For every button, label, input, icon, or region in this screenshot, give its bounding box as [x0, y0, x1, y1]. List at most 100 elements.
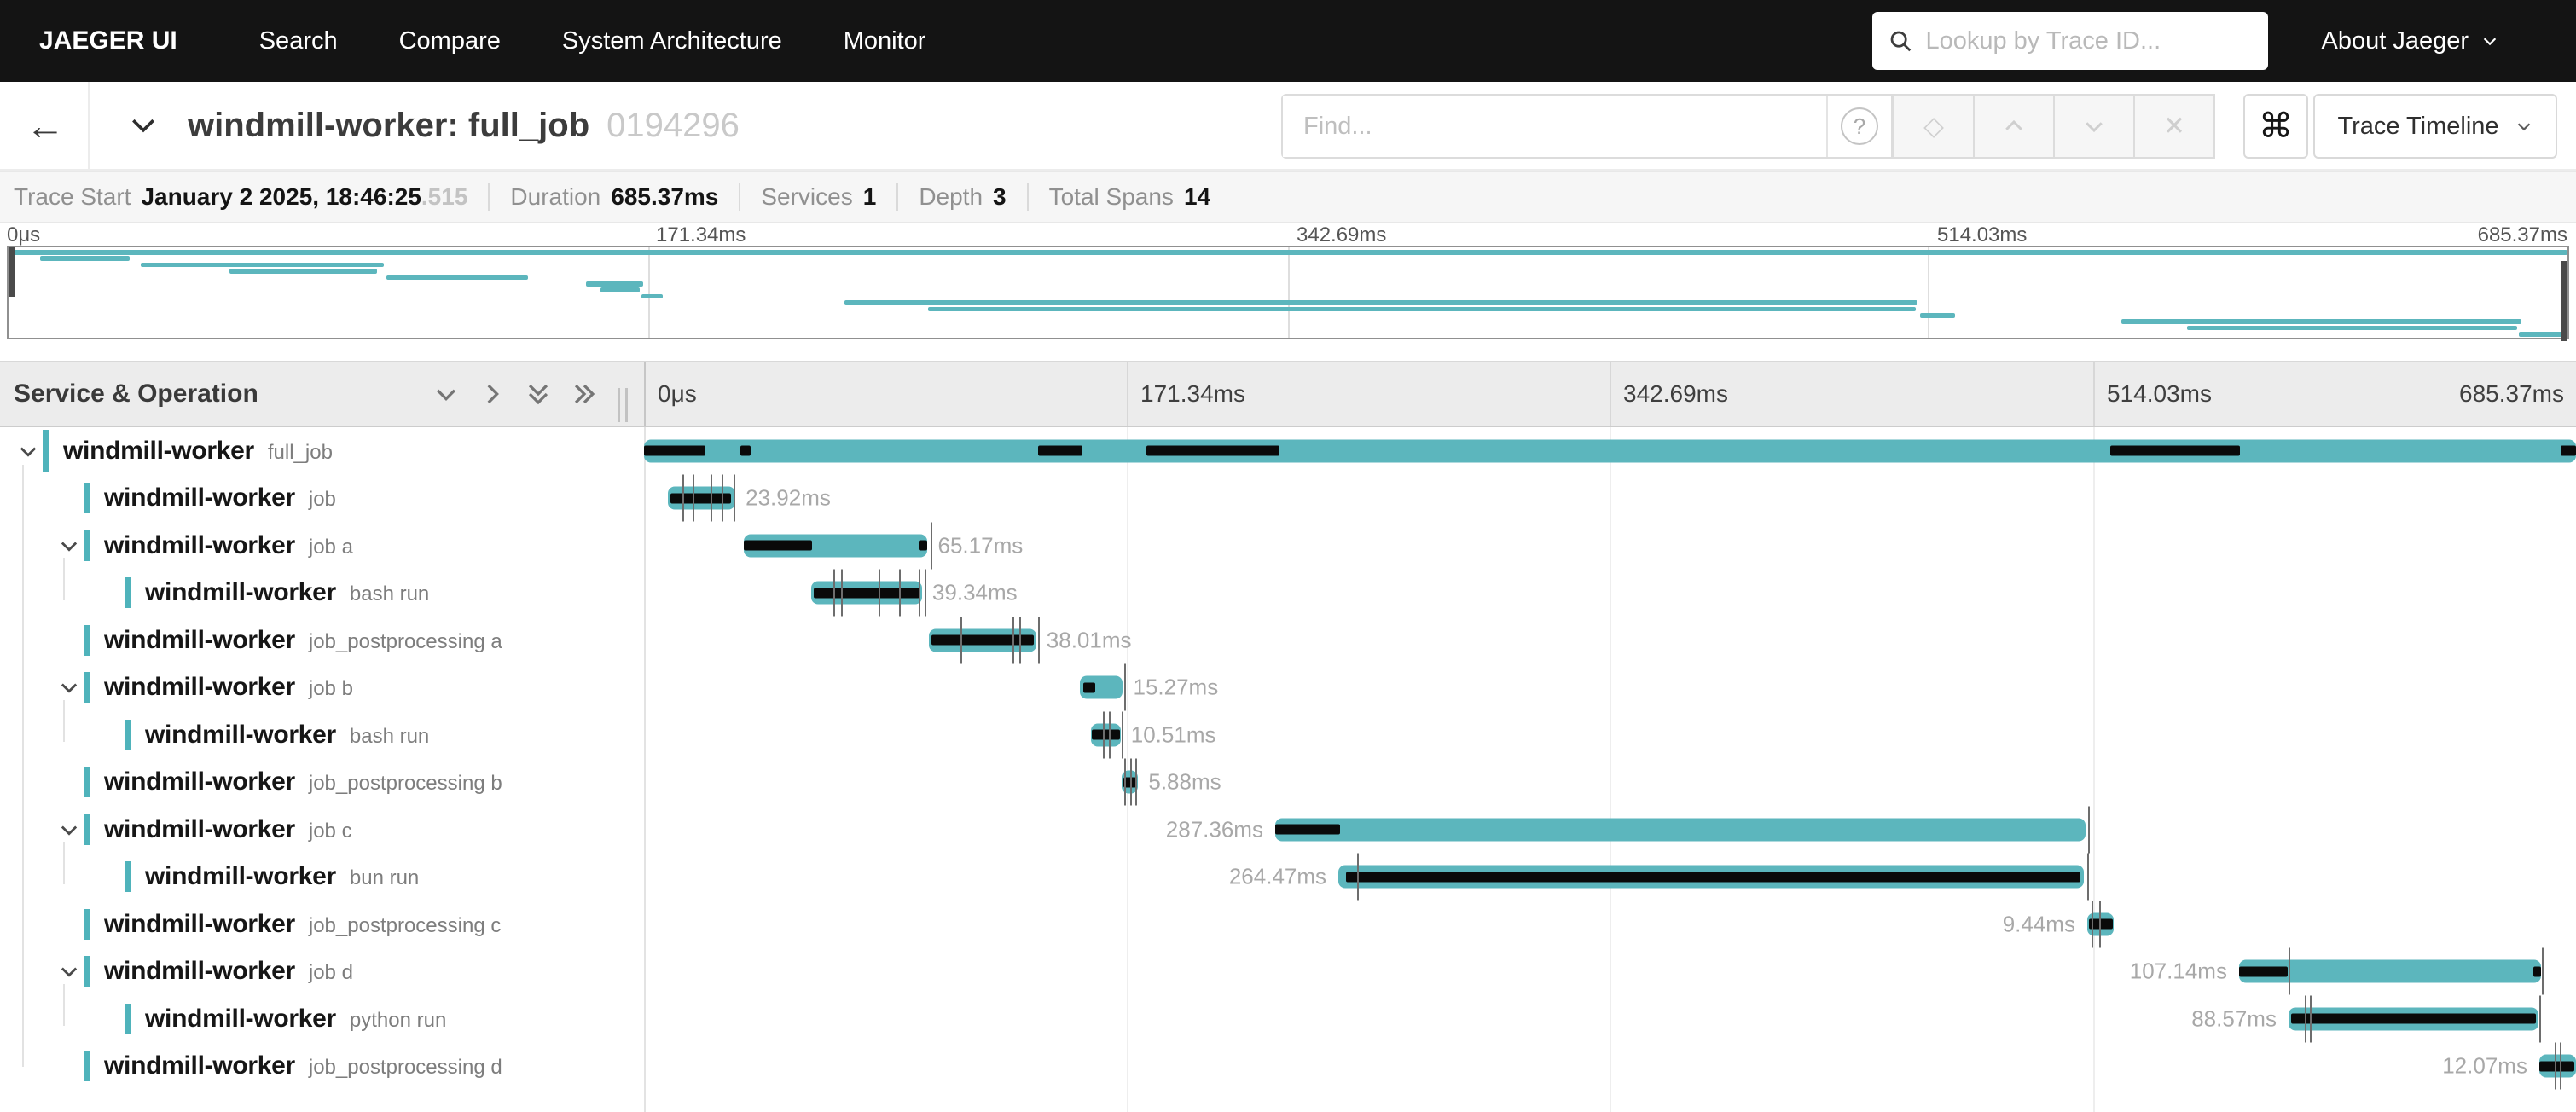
span-name-cell[interactable]: windmill-workerbun run: [0, 854, 644, 901]
span-log-tick: [919, 570, 920, 617]
span-bar[interactable]: [2289, 1007, 2538, 1030]
span-operation-name: job c: [309, 820, 352, 843]
span-row[interactable]: windmill-workerjob_postprocessing c9.44m…: [0, 901, 2576, 948]
nav-item-search[interactable]: Search: [259, 27, 338, 55]
app-logo[interactable]: JAEGER UI: [39, 26, 177, 55]
minimap-gridline: [648, 247, 650, 338]
span-row[interactable]: windmill-workerjob_postprocessing a38.01…: [0, 617, 2576, 664]
span-row[interactable]: windmill-workerjob a65.17ms: [0, 522, 2576, 570]
focus-span-button[interactable]: ◇: [1893, 94, 1975, 159]
span-bar[interactable]: [2539, 1055, 2576, 1078]
span-name: windmill-workerjob_postprocessing c: [104, 910, 501, 939]
find-input[interactable]: [1283, 96, 1826, 157]
chevron-down-icon: [2515, 117, 2533, 136]
span-name-cell[interactable]: windmill-workerbash run: [0, 570, 644, 617]
span-bar[interactable]: [2239, 960, 2541, 983]
collapse-one-button[interactable]: [431, 379, 461, 409]
span-bar[interactable]: [1080, 676, 1123, 699]
span-expand-toggle[interactable]: [55, 531, 84, 560]
span-name-cell[interactable]: windmill-workerjob_postprocessing a: [0, 617, 644, 664]
span-name-cell[interactable]: windmill-workerjob a: [0, 522, 644, 570]
timeline-minimap[interactable]: [7, 246, 2569, 339]
expand-one-button[interactable]: [477, 379, 508, 409]
span-row[interactable]: windmill-workerjob23.92ms: [0, 475, 2576, 523]
span-name-cell[interactable]: windmill-workerbash run: [0, 711, 644, 759]
span-row[interactable]: windmill-workerbash run39.34ms: [0, 570, 2576, 617]
span-track: 39.34ms: [644, 570, 2576, 617]
span-name-cell[interactable]: windmill-workerjob_postprocessing c: [0, 901, 644, 948]
span-bar[interactable]: [929, 628, 1036, 652]
span-track: 38.01ms: [644, 617, 2576, 664]
span-name-cell[interactable]: windmill-workerjob c: [0, 806, 644, 854]
span-color-bar: [84, 483, 90, 513]
clear-search-button[interactable]: ✕: [2133, 94, 2215, 159]
span-log-tick: [1124, 759, 1126, 806]
span-bar[interactable]: [1338, 866, 2084, 889]
trace-detail-toggle[interactable]: [118, 82, 169, 169]
span-self-time-segment: [1038, 446, 1082, 456]
collapse-all-button[interactable]: [523, 379, 554, 409]
span-row[interactable]: windmill-workerbun run264.47ms: [0, 854, 2576, 901]
span-name-cell[interactable]: windmill-workerjob b: [0, 664, 644, 712]
span-log-tick: [931, 522, 932, 569]
span-operation-name: job: [309, 488, 336, 512]
span-self-time-segment: [2110, 446, 2240, 456]
span-bar[interactable]: [1091, 723, 1121, 746]
expand-all-button[interactable]: [569, 379, 600, 409]
span-name-cell[interactable]: windmill-workerpython run: [0, 995, 644, 1043]
span-row[interactable]: windmill-workerjob_postprocessing b5.88m…: [0, 759, 2576, 807]
back-button[interactable]: ←: [15, 82, 75, 169]
find-help[interactable]: ?: [1826, 96, 1891, 157]
span-bar[interactable]: [644, 439, 2576, 462]
keyboard-shortcuts-button[interactable]: ⌘: [2243, 94, 2308, 159]
span-row[interactable]: windmill-workerjob c287.36ms: [0, 806, 2576, 854]
trace-view-selector[interactable]: Trace Timeline: [2313, 94, 2557, 159]
span-service-name: windmill-worker: [145, 721, 336, 750]
span-name-cell[interactable]: windmill-workerjob d: [0, 948, 644, 996]
span-row[interactable]: windmill-workerjob d107.14ms: [0, 948, 2576, 996]
span-name: windmill-workerjob a: [104, 531, 353, 560]
span-self-time-segment: [2539, 1061, 2574, 1071]
span-log-tick: [2310, 995, 2312, 1042]
span-service-name: windmill-worker: [104, 1051, 295, 1080]
span-bar[interactable]: [1275, 818, 2086, 841]
span-color-bar: [125, 720, 131, 750]
service-operation-header: Service & Operation: [14, 362, 258, 426]
span-row[interactable]: windmill-workerbash run10.51ms: [0, 711, 2576, 759]
span-name-cell[interactable]: windmill-workerfull_job: [0, 427, 644, 475]
minimap-left-scrubber[interactable]: [9, 247, 15, 297]
span-row[interactable]: windmill-workerfull_job: [0, 427, 2576, 475]
prev-result-button[interactable]: [1973, 94, 2055, 159]
span-row[interactable]: windmill-workerjob b15.27ms: [0, 664, 2576, 712]
chevron-down-icon: [432, 379, 461, 408]
time-tick: 0μs: [658, 362, 697, 426]
span-name: windmill-workerjob: [104, 484, 336, 513]
span-expand-toggle[interactable]: [55, 815, 84, 844]
span-name-cell[interactable]: windmill-workerjob: [0, 475, 644, 523]
span-track: 12.07ms: [644, 1043, 2576, 1091]
nav-item-compare[interactable]: Compare: [399, 27, 501, 55]
about-jaeger-menu[interactable]: About Jaeger: [2321, 27, 2499, 55]
span-expand-toggle[interactable]: [14, 437, 43, 466]
span-name-cell[interactable]: windmill-workerjob_postprocessing b: [0, 759, 644, 807]
chevron-down-icon: [57, 534, 81, 558]
span-name-cell[interactable]: windmill-workerjob_postprocessing d: [0, 1043, 644, 1091]
next-result-button[interactable]: [2053, 94, 2135, 159]
span-bar[interactable]: [811, 582, 922, 605]
nav-item-monitor[interactable]: Monitor: [844, 27, 926, 55]
minimap-right-scrubber[interactable]: [2561, 261, 2567, 341]
span-expand-toggle[interactable]: [55, 957, 84, 986]
span-bar[interactable]: [1122, 771, 1138, 794]
column-resizer-handle[interactable]: [618, 388, 638, 422]
span-row[interactable]: windmill-workerpython run88.57ms: [0, 995, 2576, 1043]
nav-item-system-architecture[interactable]: System Architecture: [562, 27, 782, 55]
span-bar[interactable]: [668, 487, 735, 510]
trace-lookup-input[interactable]: [1925, 27, 2253, 55]
span-row[interactable]: windmill-workerjob_postprocessing d12.07…: [0, 1043, 2576, 1091]
summary-value: 1: [863, 183, 877, 211]
span-bar[interactable]: [744, 534, 927, 557]
span-expand-toggle[interactable]: [55, 673, 84, 702]
span-log-tick: [2542, 948, 2544, 995]
time-tick: 342.69ms: [1623, 362, 1728, 426]
span-bar[interactable]: [2087, 912, 2114, 935]
